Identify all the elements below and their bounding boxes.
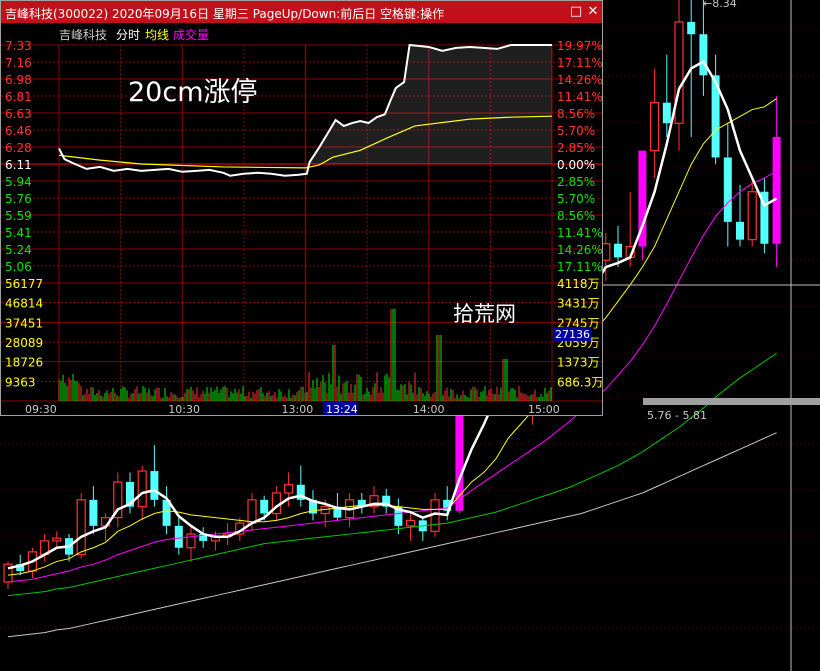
- volume-label: 28089: [5, 336, 43, 350]
- volume-cursor-value: 27136: [555, 328, 590, 341]
- candle-body: [150, 471, 159, 500]
- pct-label: 8.56%: [557, 107, 595, 121]
- pct-label: 11.41%: [557, 226, 602, 240]
- pct-label: 0.00%: [557, 158, 595, 172]
- volume-label: 3431万: [557, 297, 600, 311]
- volume-label: 686.3万: [557, 375, 602, 389]
- candle-body: [284, 484, 294, 494]
- candle-body: [137, 470, 147, 508]
- time-axis: 09:30 10:30 13:00 14:00 15:00: [25, 403, 560, 415]
- cursor-time-label: 13:24: [326, 403, 358, 415]
- tab-minute[interactable]: 分时: [116, 28, 140, 42]
- time-label: 10:30: [168, 403, 200, 415]
- time-label: 09:30: [25, 403, 57, 415]
- minimize-icon[interactable]: □: [568, 4, 584, 20]
- pct-label: 17.11%: [557, 260, 602, 274]
- candle-body: [89, 499, 98, 526]
- candle-body: [174, 525, 183, 548]
- price-label: 5.24: [5, 243, 32, 257]
- candle-body: [772, 136, 781, 244]
- candle-body: [260, 499, 269, 514]
- price-label: 6.81: [5, 90, 32, 104]
- price-label: 5.59: [5, 209, 32, 223]
- price-label: 7.33: [5, 39, 32, 53]
- volume-label: 56177: [5, 277, 43, 291]
- time-label: 15:00: [528, 403, 560, 415]
- candle-body: [406, 519, 416, 527]
- annotation-text: 20cm涨停: [128, 77, 258, 108]
- candle-body: [699, 34, 708, 76]
- minute-chart[interactable]: 吉峰科技 分时 均线 成交量 7.33 7.16 6.98 6.81 6.63 6.46 6…: [1, 23, 602, 415]
- candle-body: [662, 102, 671, 124]
- price-cursor-bar: [643, 398, 820, 405]
- candle-body: [52, 537, 62, 542]
- candle-body: [247, 499, 257, 524]
- pct-label: 14.26%: [557, 243, 602, 257]
- price-cursor-label: 5.76 - 5.81: [647, 409, 707, 422]
- window-titlebar[interactable]: 吉峰科技(300022) 2020年09月16日 星期三 PageUp/Down…: [1, 1, 602, 23]
- price-label: 7.16: [5, 56, 32, 70]
- volume-label: 46814: [5, 297, 43, 311]
- pct-label: 8.56%: [557, 209, 595, 223]
- volume-label: 4118万: [557, 277, 600, 291]
- volume-label: 9363: [5, 375, 36, 389]
- candle-body: [601, 243, 611, 261]
- price-label: 6.28: [5, 141, 32, 155]
- candle-body: [614, 243, 622, 258]
- ma60-line: [7, 432, 777, 638]
- pct-label: 17.11%: [557, 56, 602, 70]
- time-label: 14:00: [413, 403, 445, 415]
- price-label: 5.41: [5, 226, 32, 240]
- price-label: 5.76: [5, 192, 32, 206]
- price-label: 6.63: [5, 107, 32, 121]
- candle-body: [674, 21, 684, 124]
- pct-label: 14.26%: [557, 73, 602, 87]
- price-label: 6.98: [5, 73, 32, 87]
- candle-body: [687, 21, 696, 35]
- pct-label: 5.70%: [557, 192, 595, 206]
- pct-label: 5.70%: [557, 124, 595, 138]
- candle-body: [649, 102, 660, 152]
- volume-label: 18726: [5, 356, 43, 370]
- candle-body: [723, 157, 732, 222]
- window-title: 吉峰科技(300022) 2020年09月16日 星期三 PageUp/Down…: [5, 7, 445, 21]
- pct-label: 19.97%: [557, 39, 602, 53]
- price-label: 6.11: [5, 158, 32, 172]
- price-area: [306, 45, 552, 174]
- minute-chart-window[interactable]: 吉峰科技(300022) 2020年09月16日 星期三 PageUp/Down…: [0, 0, 603, 416]
- volume-label: 37451: [5, 316, 43, 330]
- time-label: 13:00: [282, 403, 314, 415]
- price-label: 5.94: [5, 175, 32, 189]
- candle-body: [747, 191, 757, 241]
- volume-label: 1373万: [557, 356, 600, 370]
- pct-label: 2.85%: [557, 175, 595, 189]
- high-price-label: ←8.34: [703, 0, 737, 10]
- price-label: 6.46: [5, 124, 32, 138]
- stock-name: 吉峰科技: [59, 28, 107, 42]
- pct-label: 11.41%: [557, 90, 602, 104]
- watermark-text: 拾荒网: [453, 302, 516, 326]
- close-icon[interactable]: ✕: [585, 4, 601, 20]
- pct-label: 2.85%: [557, 141, 595, 155]
- high-price-value: 8.34: [712, 0, 737, 10]
- price-label: 5.06: [5, 260, 32, 274]
- legend-avg: 均线: [145, 28, 169, 42]
- candle-body: [736, 221, 744, 240]
- candle-body: [76, 499, 86, 556]
- legend-volume: 成交量: [173, 27, 209, 42]
